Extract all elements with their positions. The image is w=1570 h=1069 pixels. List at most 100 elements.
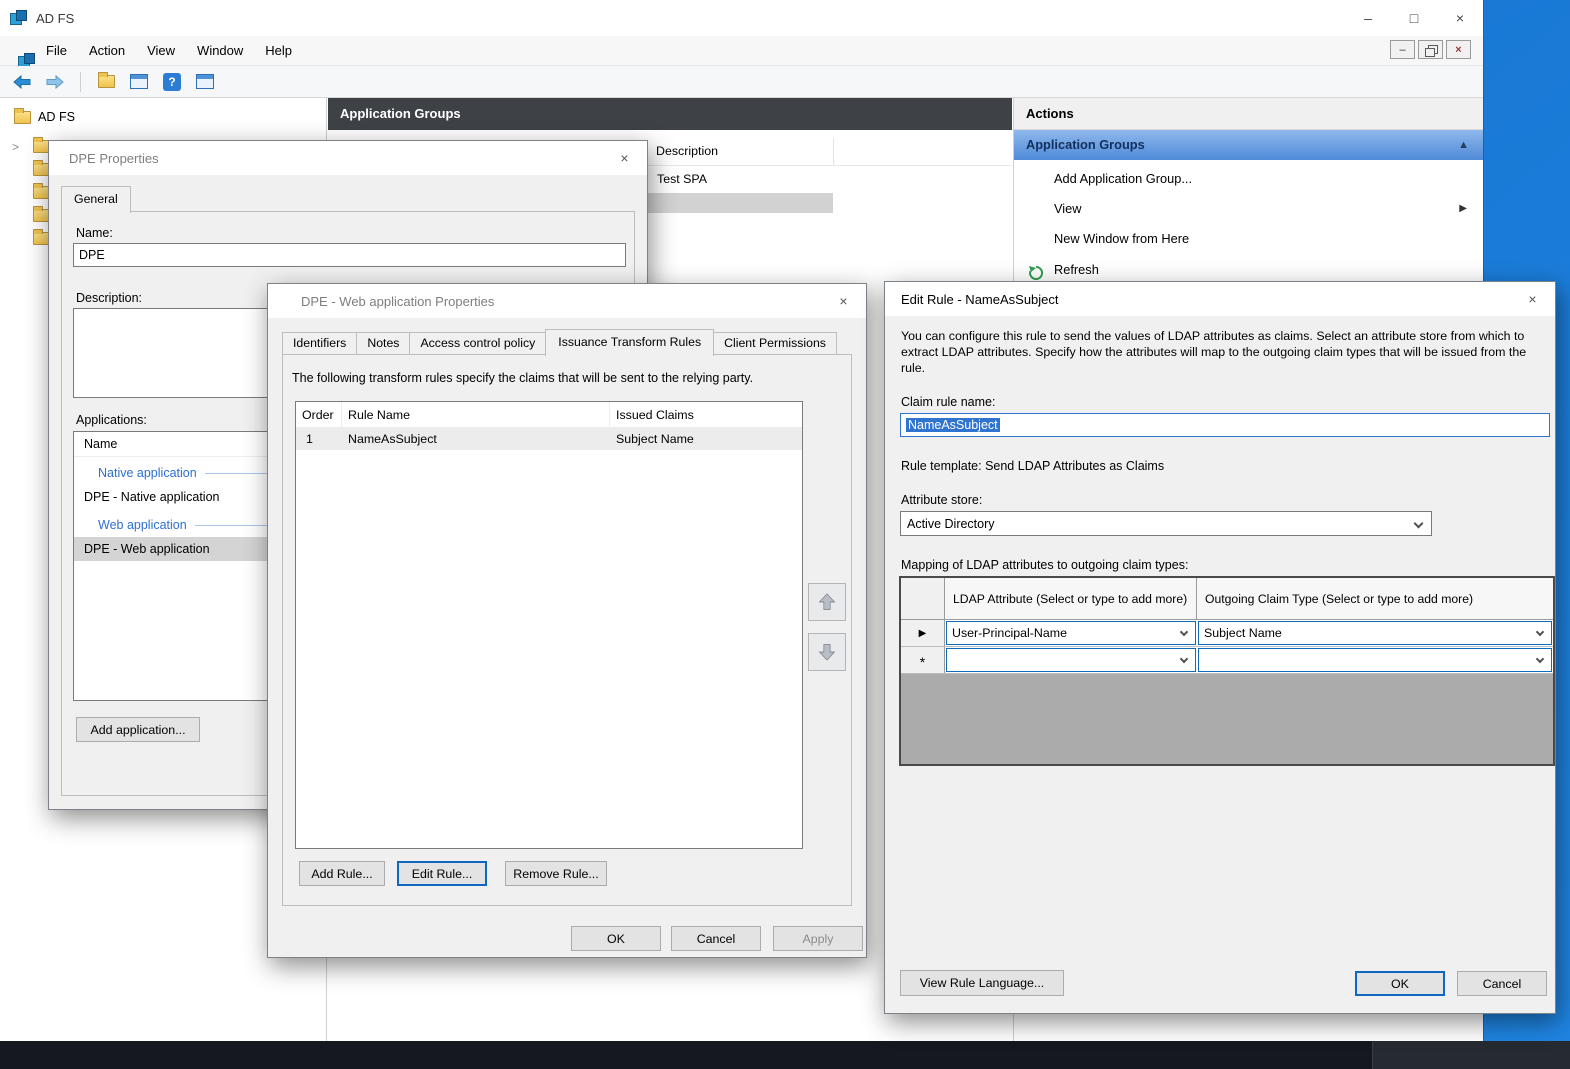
mapping-row-new: * <box>901 647 1553 674</box>
column-rule-name[interactable]: Rule Name <box>342 402 610 427</box>
dialog-title-bar: Edit Rule - NameAsSubject <box>885 282 1555 316</box>
mapping-grid-header: LDAP Attribute (Select or type to add mo… <box>901 578 1553 620</box>
add-rule-button[interactable]: Add Rule... <box>299 861 385 886</box>
outgoing-claim-select-new[interactable] <box>1198 648 1552 672</box>
mapping-label: Mapping of LDAP attributes to outgoing c… <box>901 558 1188 572</box>
tab-issuance-transform-rules[interactable]: Issuance Transform Rules <box>545 329 714 356</box>
mmc-restore-button[interactable] <box>1418 40 1443 59</box>
tree-root-label: AD FS <box>38 110 75 124</box>
tab-access-control-policy[interactable]: Access control policy <box>409 332 546 355</box>
restore-icon <box>1425 45 1436 55</box>
tab-identifiers[interactable]: Identifiers <box>282 332 357 355</box>
column-issued-claims[interactable]: Issued Claims <box>610 402 802 427</box>
close-icon[interactable]: × <box>1510 282 1555 316</box>
move-rule-up-button[interactable] <box>808 583 846 621</box>
close-button[interactable]: × <box>1437 0 1483 36</box>
rule-row-nameassubject[interactable]: 1 NameAsSubject Subject Name <box>296 428 802 450</box>
tree-item-adfs[interactable]: AD FS <box>14 110 75 124</box>
rule-description: You can configure this rule to send the … <box>901 328 1547 376</box>
row-selector[interactable]: * <box>901 647 945 673</box>
close-icon[interactable]: × <box>821 284 866 318</box>
collapse-chevron-icon[interactable]: ▲ <box>1458 130 1469 160</box>
claim-rule-name-field[interactable]: NameAsSubject <box>900 413 1550 437</box>
ok-button[interactable]: OK <box>1355 971 1445 996</box>
menu-help[interactable]: Help <box>254 36 303 65</box>
menu-file[interactable]: File <box>35 36 78 65</box>
view-rule-language-button[interactable]: View Rule Language... <box>900 970 1064 996</box>
title-bar: AD FS – □ × <box>0 0 1483 36</box>
dialog-title: DPE Properties <box>69 151 159 166</box>
close-icon[interactable]: × <box>602 141 647 175</box>
row-selector[interactable]: ▶ <box>901 620 945 646</box>
menu-bar: File Action View Window Help – × <box>0 36 1483 66</box>
list-row-test-spa[interactable]: Test SPA <box>657 172 707 186</box>
maximize-button[interactable]: □ <box>1391 0 1437 36</box>
export-list-icon[interactable] <box>94 70 118 94</box>
name-label: Name: <box>76 226 113 240</box>
add-application-button[interactable]: Add application... <box>76 717 200 742</box>
dialog-title: DPE - Web application Properties <box>301 294 494 309</box>
minimize-button[interactable]: – <box>1345 0 1391 36</box>
column-header-description[interactable]: Description <box>656 144 718 158</box>
attribute-store-select[interactable]: Active Directory <box>900 511 1432 536</box>
actions-pane-title: Actions <box>1014 98 1483 130</box>
column-order[interactable]: Order <box>296 402 342 427</box>
ok-button[interactable]: OK <box>571 926 661 951</box>
cancel-button[interactable]: Cancel <box>1457 971 1547 996</box>
help-icon[interactable]: ? <box>160 70 184 94</box>
show-hide-action-pane-icon[interactable] <box>193 70 217 94</box>
action-new-window[interactable]: New Window from Here <box>1014 224 1483 254</box>
ldap-attribute-column-header: LDAP Attribute (Select or type to add mo… <box>945 578 1197 619</box>
edit-rule-dialog: Edit Rule - NameAsSubject × You can conf… <box>884 281 1556 1014</box>
dialog-title-bar: DPE Properties <box>49 141 647 175</box>
forward-icon[interactable] <box>43 70 67 94</box>
actions-section-application-groups[interactable]: Application Groups ▲ <box>1014 130 1483 160</box>
menu-action[interactable]: Action <box>78 36 136 65</box>
row-selector-header <box>901 578 945 619</box>
rules-description: The following transform rules specify th… <box>292 371 837 385</box>
column-divider <box>833 138 834 166</box>
ldap-attribute-select-new[interactable] <box>946 648 1196 672</box>
adfs-app-icon <box>10 10 27 26</box>
mmc-minimize-button[interactable]: – <box>1390 40 1415 59</box>
attribute-store-label: Attribute store: <box>901 493 982 507</box>
show-hide-console-tree-icon[interactable] <box>127 70 151 94</box>
tab-general[interactable]: General <box>61 186 131 213</box>
folder-icon <box>14 111 31 124</box>
new-row-marker-icon: * <box>920 654 925 670</box>
taskbar-tray[interactable] <box>1372 1041 1570 1069</box>
cancel-button[interactable]: Cancel <box>671 926 761 951</box>
back-icon[interactable] <box>10 70 34 94</box>
rule-template-text: Rule template: Send LDAP Attributes as C… <box>901 459 1164 473</box>
chevron-down-icon <box>1536 628 1544 636</box>
outgoing-claim-column-header: Outgoing Claim Type (Select or type to a… <box>1197 578 1553 619</box>
description-label: Description: <box>76 291 142 305</box>
action-view[interactable]: View ▶ <box>1014 194 1483 224</box>
mapping-grid: LDAP Attribute (Select or type to add mo… <box>899 576 1555 766</box>
selected-text: NameAsSubject <box>906 418 1000 432</box>
menu-view[interactable]: View <box>136 36 186 65</box>
mmc-close-button[interactable]: × <box>1446 40 1471 59</box>
taskbar[interactable] <box>0 1041 1570 1069</box>
menu-window[interactable]: Window <box>186 36 254 65</box>
submenu-arrow-icon: ▶ <box>1459 194 1467 224</box>
mapping-row-1: ▶ User-Principal-Name Subject Name <box>901 620 1553 647</box>
dialog-title-bar: DPE - Web application Properties <box>268 284 866 318</box>
outgoing-claim-select[interactable]: Subject Name <box>1198 621 1552 645</box>
remove-rule-button[interactable]: Remove Rule... <box>505 861 607 886</box>
action-add-application-group[interactable]: Add Application Group... <box>1014 164 1483 194</box>
applications-label: Applications: <box>76 413 147 427</box>
ldap-attribute-select[interactable]: User-Principal-Name <box>946 621 1196 645</box>
tab-client-permissions[interactable]: Client Permissions <box>713 332 837 355</box>
expand-chevron-icon[interactable]: > <box>12 140 19 154</box>
transform-rules-list[interactable]: Order Rule Name Issued Claims 1 NameAsSu… <box>295 401 803 849</box>
tab-notes[interactable]: Notes <box>356 332 410 355</box>
chevron-down-icon <box>1414 519 1424 529</box>
down-arrow-icon <box>815 640 839 664</box>
move-rule-down-button[interactable] <box>808 633 846 671</box>
edit-rule-button[interactable]: Edit Rule... <box>397 861 487 886</box>
grid-empty-area <box>901 674 1553 764</box>
chevron-down-icon <box>1180 628 1188 636</box>
name-field[interactable] <box>73 243 626 267</box>
list-row-selected[interactable] <box>628 193 833 213</box>
